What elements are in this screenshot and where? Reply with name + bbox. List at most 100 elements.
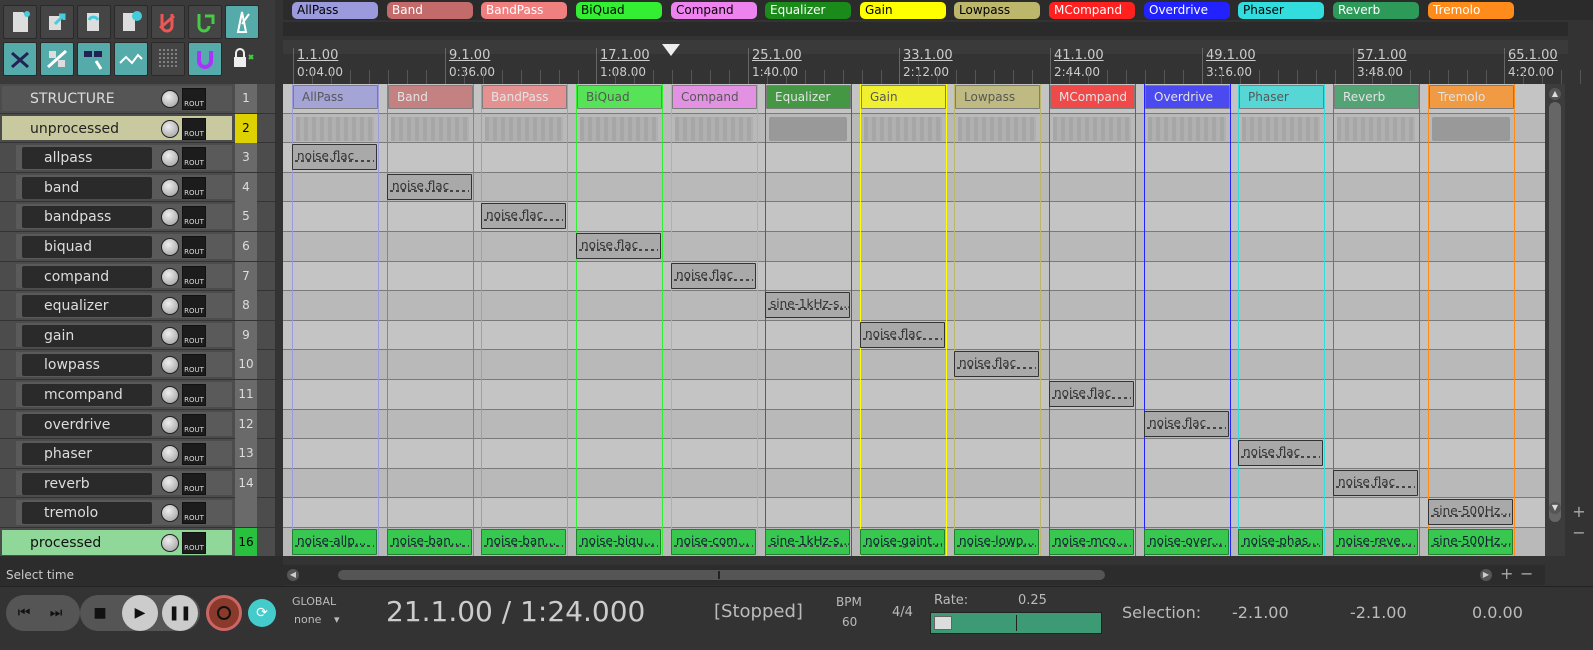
track-biquad[interactable]: biquad ROUT 6 — [0, 232, 275, 262]
routing-button[interactable]: ROUT — [182, 206, 206, 229]
media-item-bandpass[interactable]: noise.flac — [481, 203, 566, 230]
structure-item-overdrive[interactable]: Overdrive — [1145, 85, 1230, 109]
scroll-down-icon[interactable]: ▼ — [1549, 502, 1561, 514]
region-marker-equalizer[interactable]: Equalizer — [765, 2, 851, 19]
media-item-band[interactable]: noise.flac — [387, 173, 472, 200]
track-gain[interactable]: gain ROUT 9 — [0, 320, 275, 351]
processed-item-bandpass[interactable]: noise-ban... — [481, 529, 566, 555]
horizontal-scrollbar[interactable]: ◀ ▶ — [283, 565, 1545, 585]
media-item-phaser[interactable]: noise.flac — [1238, 440, 1323, 467]
stop-icon[interactable]: ■ — [82, 595, 118, 631]
routing-button[interactable]: ROUT — [182, 532, 206, 554]
region-marker-allpass[interactable]: AllPass — [292, 2, 378, 19]
processed-item-biquad[interactable]: noise-biqu... — [576, 529, 661, 555]
region-marker-tremolo[interactable]: Tremolo — [1428, 2, 1514, 19]
routing-button[interactable]: ROUT — [182, 176, 206, 199]
track-compand[interactable]: compand ROUT 7 — [0, 261, 275, 292]
media-item-allpass[interactable]: noise.flac — [292, 144, 377, 171]
region-marker-reverb[interactable]: Reverb — [1333, 2, 1419, 19]
processed-item-compand[interactable]: noise-com... — [671, 529, 756, 555]
track-name[interactable]: STRUCTURE — [8, 88, 152, 110]
region-marker-lowpass[interactable]: Lowpass — [954, 2, 1040, 19]
track-name[interactable]: bandpass — [22, 206, 152, 229]
track-overdrive[interactable]: overdrive ROUT 12 — [0, 409, 275, 440]
routing-button[interactable]: ROUT — [182, 117, 206, 140]
structure-item-compand[interactable]: Compand — [672, 85, 757, 109]
volume-knob-icon[interactable] — [161, 534, 179, 552]
track-name[interactable]: unprocessed — [8, 117, 152, 140]
lock-icon[interactable] — [225, 42, 259, 76]
project-settings-icon[interactable] — [114, 5, 148, 39]
volume-knob-icon[interactable] — [161, 90, 179, 108]
track-equalizer[interactable]: equalizer ROUT 8 — [0, 291, 275, 321]
zoom-in-icon[interactable]: + — [1500, 564, 1513, 583]
structure-item-lowpass[interactable]: Lowpass — [955, 85, 1040, 109]
routing-button[interactable]: ROUT — [182, 324, 206, 347]
volume-knob-icon[interactable] — [161, 178, 179, 197]
routing-button[interactable]: ROUT — [182, 295, 206, 318]
arrange-view[interactable]: AllPass Band BandPass BiQuad Compand Equalize… — [283, 84, 1545, 556]
structure-item-bandpass[interactable]: BandPass — [482, 85, 567, 109]
routing-button[interactable]: ROUT — [182, 384, 206, 406]
track-name[interactable]: equalizer — [22, 295, 152, 318]
media-item-overdrive[interactable]: noise.flac — [1144, 410, 1229, 437]
routing-button[interactable]: ROUT — [182, 236, 206, 258]
media-item-compand[interactable]: noise.flac — [671, 262, 756, 289]
pause-icon[interactable]: ❚❚ — [162, 595, 198, 631]
go-to-end-icon[interactable]: ⏭ — [40, 595, 72, 631]
track-name[interactable]: gain — [22, 324, 152, 347]
track-band[interactable]: band ROUT 4 — [0, 172, 275, 203]
vertical-scrollbar[interactable]: ▲ ▼ — [1545, 84, 1565, 556]
track-phaser[interactable]: phaser ROUT 13 — [0, 439, 275, 469]
media-item-gain[interactable]: noise.flac — [860, 321, 945, 348]
structure-item-biquad[interactable]: BiQuad — [577, 85, 662, 109]
processed-item-gain[interactable]: noise-gaint... — [860, 529, 945, 555]
region-marker-bandpass[interactable]: BandPass — [481, 2, 567, 19]
volume-knob-icon[interactable] — [161, 326, 179, 345]
routing-button[interactable]: ROUT — [182, 265, 206, 288]
structure-item-mcompand[interactable]: MCompand — [1050, 85, 1135, 109]
snap-icon[interactable] — [151, 42, 185, 76]
structure-item-tremolo[interactable]: Tremolo — [1429, 85, 1514, 109]
new-project-icon[interactable] — [3, 5, 37, 39]
rate-slider-knob[interactable] — [934, 616, 952, 630]
region-marker-overdrive[interactable]: Overdrive — [1144, 2, 1230, 19]
region-marker-mcompand[interactable]: MCompand — [1049, 2, 1135, 19]
media-item-reverb[interactable]: noise.flac — [1333, 469, 1418, 496]
repeat-icon[interactable]: ⟳ — [248, 599, 276, 627]
media-item-mcompand[interactable]: noise.flac — [1049, 381, 1134, 407]
redo-icon[interactable] — [188, 5, 222, 39]
magnet-icon[interactable] — [188, 42, 222, 76]
metronome-icon[interactable] — [225, 5, 259, 39]
media-item-tremolo[interactable]: sine-500Hz... — [1428, 499, 1513, 526]
track-reverb[interactable]: reverb ROUT 14 — [0, 468, 275, 499]
track-processed[interactable]: processed ROUT 16 — [0, 528, 275, 558]
track-allpass[interactable]: allpass ROUT 3 — [0, 143, 275, 173]
structure-item-reverb[interactable]: Reverb — [1334, 85, 1419, 109]
track-name[interactable]: biquad — [22, 236, 152, 258]
structure-item-allpass[interactable]: AllPass — [293, 85, 378, 109]
timeline-ruler[interactable]: 1.1.00 0:04.00 9.1.00 0:36.00 17.1.00 1:08.00… — [283, 20, 1581, 102]
media-item-lowpass[interactable]: noise.flac — [954, 351, 1039, 378]
horizontal-scroll-thumb[interactable] — [338, 570, 1105, 580]
track-name[interactable]: band — [22, 176, 152, 199]
auto-crossfade-icon[interactable] — [3, 42, 37, 76]
track-bandpass[interactable]: bandpass ROUT 5 — [0, 202, 275, 232]
structure-item-phaser[interactable]: Phaser — [1239, 85, 1324, 109]
processed-item-allpass[interactable]: noise-allp... — [292, 529, 377, 555]
zoom-out-vertical-icon[interactable]: − — [1565, 523, 1593, 542]
routing-button[interactable]: ROUT — [182, 88, 206, 110]
volume-knob-icon[interactable] — [161, 474, 179, 493]
routing-button[interactable]: ROUT — [182, 413, 206, 436]
volume-knob-icon[interactable] — [161, 119, 179, 138]
region-marker-compand[interactable]: Compand — [671, 2, 757, 19]
region-marker-band[interactable]: Band — [387, 2, 473, 19]
processed-item-equalizer[interactable]: sine-1kHz-s... — [765, 529, 850, 555]
record-icon[interactable] — [206, 595, 242, 631]
undo-icon[interactable] — [151, 5, 185, 39]
track-name[interactable]: mcompand — [22, 384, 152, 406]
routing-button[interactable]: ROUT — [182, 502, 206, 525]
track-lowpass[interactable]: lowpass ROUT 10 — [0, 350, 275, 380]
open-project-icon[interactable] — [40, 5, 74, 39]
region-marker-gain[interactable]: Gain — [860, 2, 946, 19]
